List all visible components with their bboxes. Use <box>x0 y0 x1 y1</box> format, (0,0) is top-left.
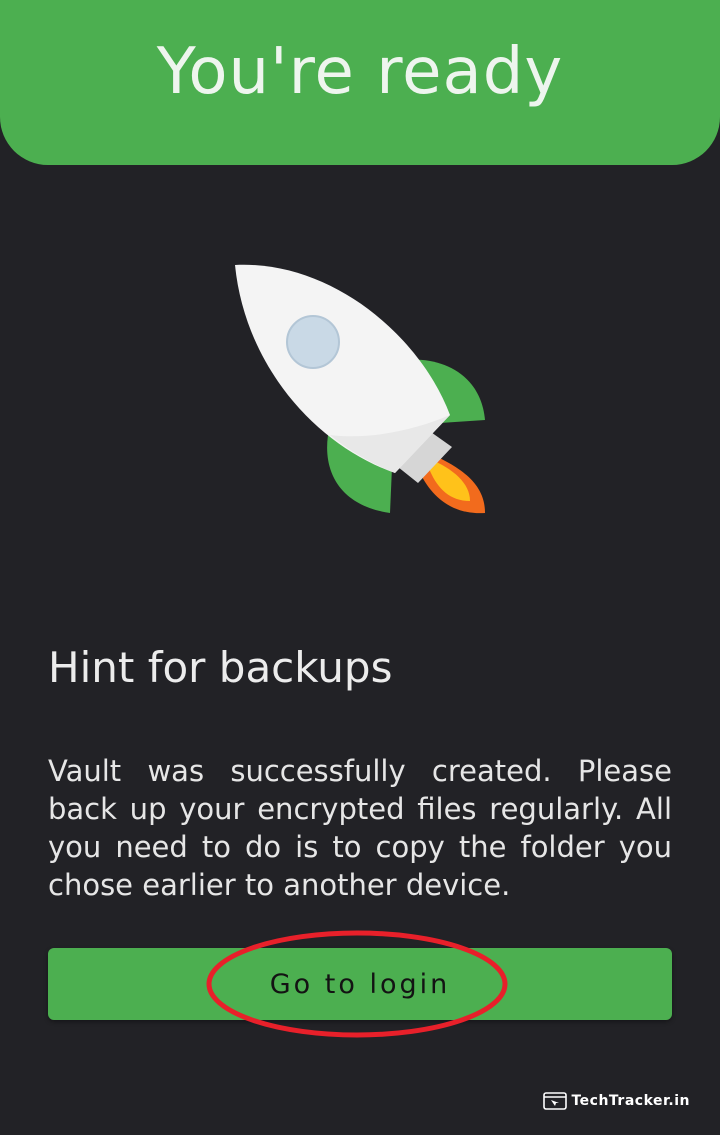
watermark: TechTracker.in <box>543 1092 690 1110</box>
rocket-icon <box>235 264 485 514</box>
watermark-text: TechTracker.in <box>571 1093 690 1109</box>
go-to-login-button[interactable]: Go to login <box>48 948 672 1020</box>
header-banner: You're ready <box>0 0 720 165</box>
page-title: You're ready <box>156 35 564 109</box>
go-to-login-label: Go to login <box>269 968 451 1000</box>
hint-description: Vault was successfully created. Please b… <box>48 754 672 902</box>
hint-heading: Hint for backups <box>48 643 393 692</box>
browser-window-icon <box>543 1092 568 1110</box>
